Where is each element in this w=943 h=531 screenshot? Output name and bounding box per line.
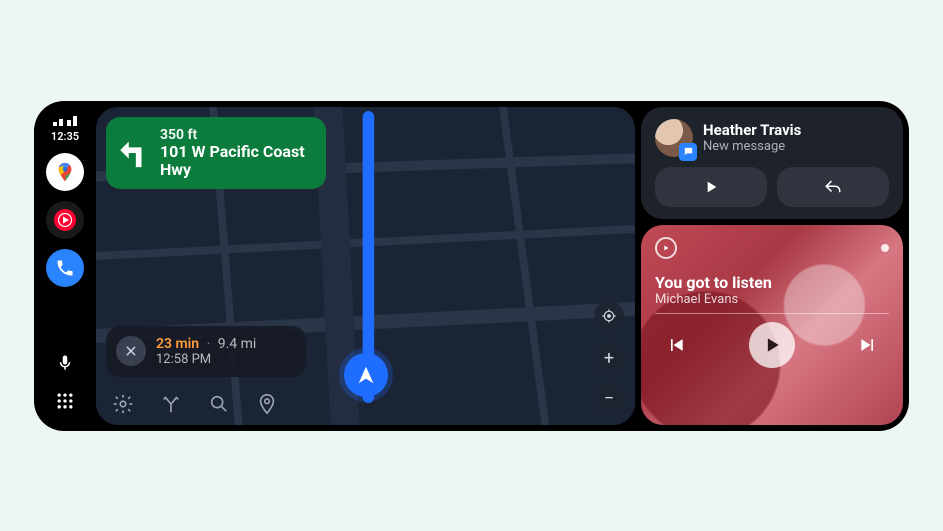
clock: 12:35	[51, 130, 79, 143]
signal-icon	[52, 115, 78, 130]
track-title: You got to listen	[655, 273, 889, 292]
plus-icon: +	[604, 348, 614, 369]
settings-button[interactable]	[110, 391, 136, 417]
media-indicator-dot	[881, 244, 889, 252]
play-filled-icon	[762, 335, 782, 355]
routes-button[interactable]	[158, 391, 184, 417]
reply-button[interactable]	[777, 167, 889, 207]
zoom-in-button[interactable]: +	[593, 343, 625, 375]
skip-previous-icon	[666, 335, 686, 355]
road-name: 101 W Pacific Coast Hwy	[160, 143, 310, 180]
direction-text: 350 ft 101 W Pacific Coast Hwy	[160, 127, 310, 180]
app-launcher-button[interactable]	[51, 387, 79, 415]
sidebar-app-phone[interactable]	[46, 249, 84, 287]
media-controls	[655, 322, 889, 370]
destination-button[interactable]	[254, 391, 280, 417]
previous-track-button[interactable]	[661, 330, 691, 360]
sidebar-app-youtube-music[interactable]	[46, 201, 84, 239]
gear-icon	[112, 393, 134, 415]
locate-icon	[601, 308, 617, 324]
android-auto-dashboard: 12:35	[34, 101, 909, 431]
messages-app-badge-icon	[679, 143, 697, 161]
navigation-arrow-icon	[355, 364, 377, 386]
route-split-icon	[160, 393, 182, 415]
eta-distance: 9.4 mi	[218, 336, 257, 352]
phone-icon	[55, 258, 75, 278]
maneuver-distance: 350 ft	[160, 127, 310, 143]
notification-card[interactable]: Heather Travis New message	[641, 107, 903, 219]
next-track-button[interactable]	[853, 330, 883, 360]
skip-next-icon	[858, 335, 878, 355]
right-column: Heather Travis New message	[641, 107, 903, 425]
direction-card[interactable]: 350 ft 101 W Pacific Coast Hwy	[106, 117, 326, 190]
status-bar: 12:35	[51, 115, 79, 143]
eta-duration: 23 min	[156, 336, 199, 352]
eta-text: 23 min · 9.4 mi 12:58 PM	[156, 336, 256, 367]
sidebar: 12:35	[40, 107, 90, 425]
sender-avatar	[655, 119, 693, 157]
mic-button[interactable]	[51, 349, 79, 377]
eta-arrival-time: 12:58 PM	[156, 352, 256, 367]
eta-card[interactable]: 23 min · 9.4 mi 12:58 PM	[106, 326, 306, 377]
youtube-music-small-icon	[661, 243, 671, 253]
map-zoom-controls: + −	[593, 301, 625, 415]
maps-pin-icon	[54, 161, 76, 183]
recenter-button[interactable]	[594, 301, 624, 331]
grid-icon	[55, 391, 75, 411]
media-source-icon	[655, 237, 677, 259]
turn-left-icon	[116, 136, 150, 170]
play-message-button[interactable]	[655, 167, 767, 207]
media-card[interactable]: You got to listen Michael Evans	[641, 225, 903, 425]
notification-sender: Heather Travis	[703, 121, 801, 139]
search-icon	[208, 393, 230, 415]
minus-icon: −	[604, 388, 614, 409]
mic-icon	[56, 354, 74, 372]
media-divider	[655, 313, 889, 314]
youtube-music-icon	[51, 206, 79, 234]
pin-icon	[256, 393, 278, 415]
sidebar-app-maps[interactable]	[46, 153, 84, 191]
reply-icon	[824, 178, 842, 196]
play-icon	[703, 179, 719, 195]
navigation-map[interactable]: 350 ft 101 W Pacific Coast Hwy 23 min · …	[96, 107, 635, 425]
close-eta-button[interactable]	[116, 336, 146, 366]
map-tools	[110, 391, 280, 417]
vehicle-marker	[344, 353, 388, 397]
search-button[interactable]	[206, 391, 232, 417]
track-artist: Michael Evans	[655, 292, 889, 307]
close-icon	[124, 344, 138, 358]
notification-subtitle: New message	[703, 139, 801, 154]
zoom-out-button[interactable]: −	[593, 383, 625, 415]
play-pause-button[interactable]	[749, 322, 795, 368]
